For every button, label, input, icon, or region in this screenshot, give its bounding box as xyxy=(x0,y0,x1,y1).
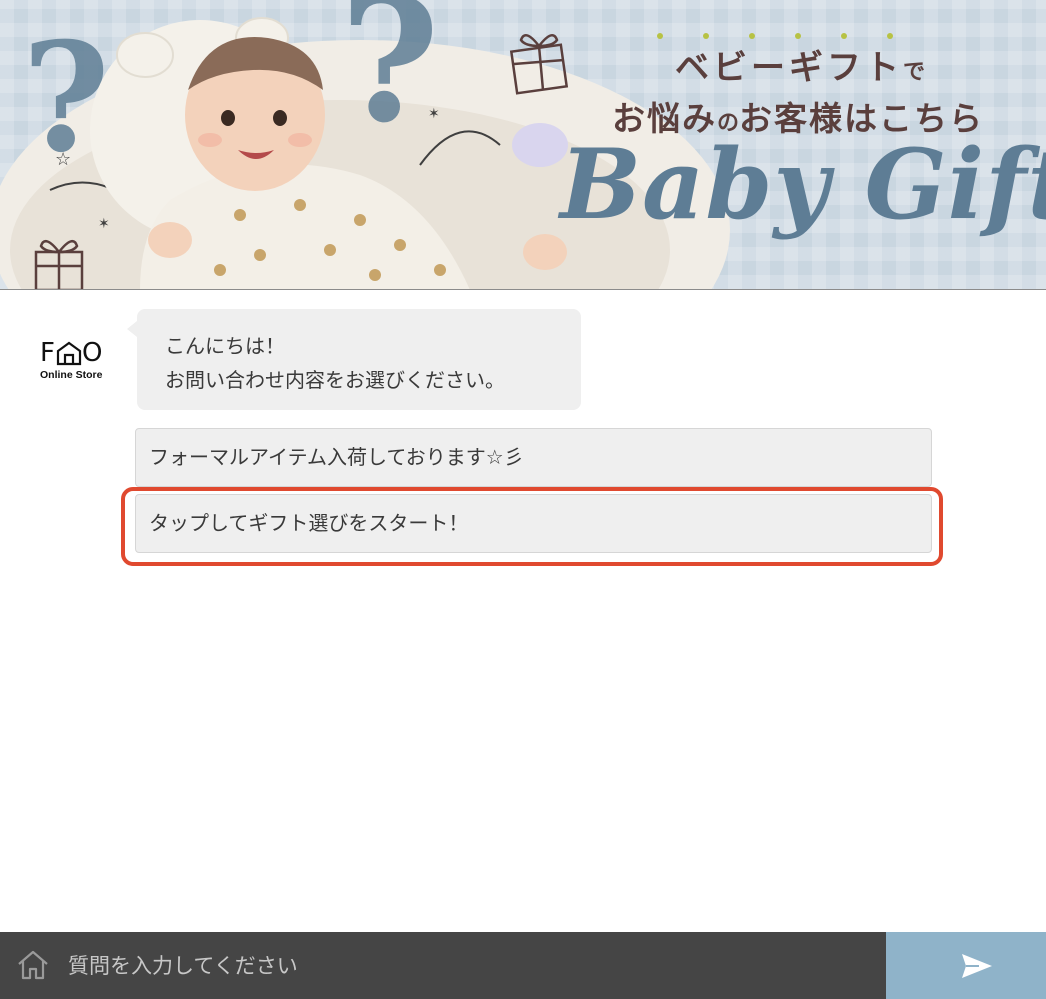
svg-text:✶: ✶ xyxy=(428,106,440,122)
greeting-line-1: こんにちは！ xyxy=(165,334,285,358)
banner-headline: ベビーギフトで xyxy=(600,40,1000,89)
greeting-line-2: お問い合わせ内容をお選びください。 xyxy=(165,368,505,392)
question-input[interactable] xyxy=(68,942,868,990)
send-icon xyxy=(962,954,992,978)
store-logo: FO Online Store xyxy=(40,340,112,382)
bot-greeting-bubble: こんにちは！ お問い合わせ内容をお選びください。 xyxy=(127,309,581,410)
choice-formal-items[interactable]: フォーマルアイテム入荷しております☆彡 xyxy=(135,428,932,487)
home-icon[interactable] xyxy=(16,948,50,982)
highlight-frame xyxy=(121,487,943,566)
svg-text:☆: ☆ xyxy=(55,149,71,170)
svg-text:✶: ✶ xyxy=(98,216,110,232)
logo-mark: FO xyxy=(40,338,104,368)
house-logo-icon xyxy=(56,341,82,366)
baby-gift-banner[interactable]: ? ? ☆ ✶ ✶ ベビーギフトで お悩みのお客様はこちら Baby Gift xyxy=(0,0,1046,290)
message-input-bar xyxy=(0,932,886,999)
banner-script-title: Baby Gift xyxy=(560,128,1046,241)
logo-subtitle: Online Store xyxy=(40,369,103,381)
banner-headline-main: ベビーギフト xyxy=(674,48,903,88)
banner-headline-particle: で xyxy=(902,60,925,85)
svg-text:?: ? xyxy=(340,0,440,161)
